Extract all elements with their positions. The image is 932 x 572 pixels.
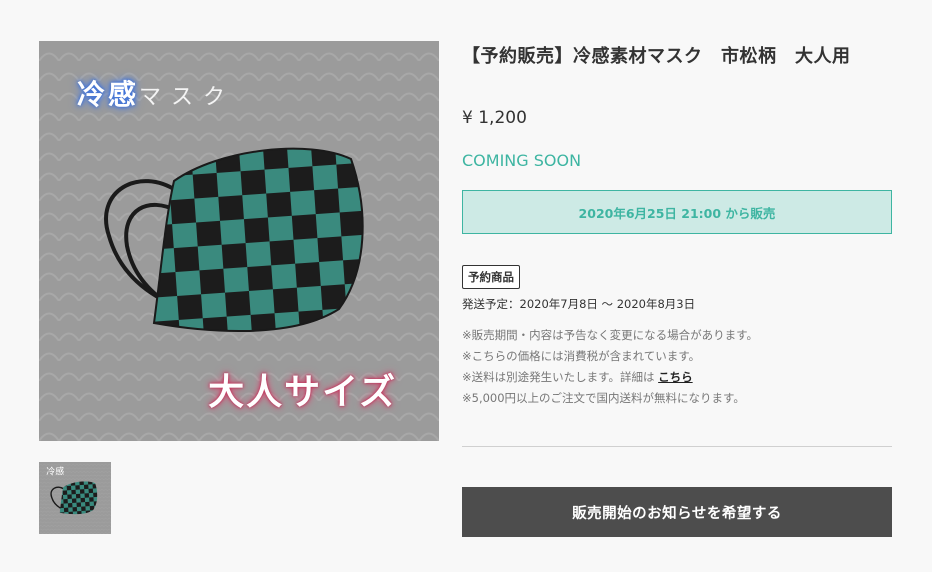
note-shipping-text: ※送料は別途発生いたします。詳細は bbox=[462, 370, 655, 384]
notes-list: ※販売期間・内容は予告なく変更になる場合があります。 ※こちらの価格には消費税が… bbox=[462, 325, 758, 409]
sale-start-text: 2020年6月25日 21:00 から販売 bbox=[578, 205, 776, 221]
product-thumbnail[interactable]: 冷感 bbox=[39, 462, 111, 534]
note-shipping: ※送料は別途発生いたします。詳細は こちら bbox=[462, 367, 758, 388]
preorder-badge: 予約商品 bbox=[462, 265, 520, 289]
caption-cool: 冷感 bbox=[77, 78, 140, 111]
thumbnail-photo: 冷感 bbox=[39, 462, 111, 534]
notify-sale-start-button[interactable]: 販売開始のお知らせを希望する bbox=[462, 487, 892, 537]
caption-mask: マスク bbox=[139, 85, 236, 110]
image-caption-size: 大人サイズ bbox=[208, 371, 397, 413]
status-label: COMING SOON bbox=[462, 151, 582, 170]
divider bbox=[462, 446, 892, 447]
sale-start-notice: 2020年6月25日 21:00 から販売 bbox=[462, 190, 892, 234]
note-sales-period: ※販売期間・内容は予告なく変更になる場合があります。 bbox=[462, 328, 758, 342]
shipping-details-link[interactable]: こちら bbox=[658, 370, 693, 384]
ship-date: 発送予定：2020年7月8日 〜 2020年8月3日 bbox=[462, 297, 696, 311]
main-product-image[interactable]: 冷感マスク 大人サイズ bbox=[39, 41, 439, 441]
product-price: ¥ 1,200 bbox=[462, 108, 527, 128]
note-free-shipping: ※5,000円以上のご注文で国内送料が無料になります。 bbox=[462, 391, 745, 405]
note-tax-included: ※こちらの価格には消費税が含まれています。 bbox=[462, 349, 701, 363]
image-caption-cool-mask: 冷感マスク bbox=[77, 73, 235, 113]
product-title: 【予約販売】冷感素材マスク 市松柄 大人用 bbox=[462, 46, 851, 67]
